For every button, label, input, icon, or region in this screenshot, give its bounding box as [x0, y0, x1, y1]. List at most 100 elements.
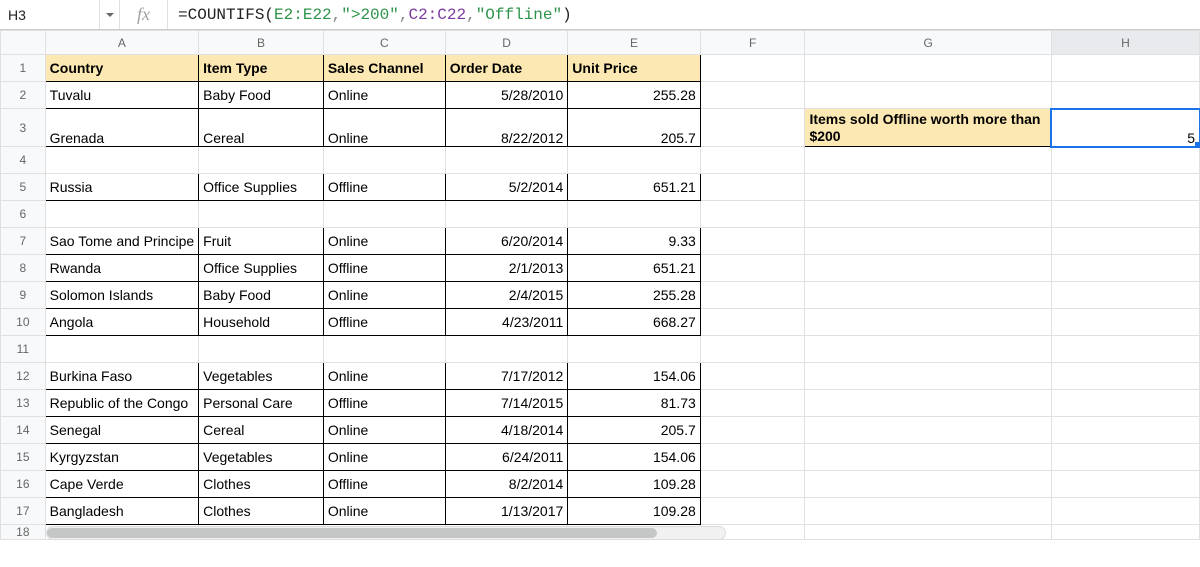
- active-cell[interactable]: 5: [1051, 109, 1199, 147]
- cell[interactable]: [1051, 498, 1199, 525]
- row-header[interactable]: 11: [1, 336, 46, 363]
- cell[interactable]: Online: [323, 417, 445, 444]
- row-header[interactable]: 7: [1, 228, 46, 255]
- cell[interactable]: 4/18/2014: [445, 417, 568, 444]
- cell[interactable]: Angola: [45, 309, 199, 336]
- cell[interactable]: Online: [323, 228, 445, 255]
- cell[interactable]: [805, 147, 1051, 174]
- cell[interactable]: [700, 228, 805, 255]
- cell[interactable]: Offline: [323, 309, 445, 336]
- cell[interactable]: Offline: [323, 471, 445, 498]
- cell[interactable]: Cereal: [199, 417, 324, 444]
- cell[interactable]: [45, 336, 199, 363]
- cell[interactable]: 255.28: [568, 282, 700, 309]
- cell[interactable]: [1051, 228, 1199, 255]
- cell[interactable]: [700, 417, 805, 444]
- cell[interactable]: Cape Verde: [45, 471, 199, 498]
- row-header[interactable]: 18: [1, 525, 46, 540]
- col-header-H[interactable]: H: [1051, 31, 1199, 55]
- cell[interactable]: [805, 336, 1051, 363]
- cell[interactable]: [700, 309, 805, 336]
- cell[interactable]: Online: [323, 363, 445, 390]
- cell[interactable]: 9.33: [568, 228, 700, 255]
- row-header[interactable]: 8: [1, 255, 46, 282]
- cell[interactable]: [199, 336, 324, 363]
- cell[interactable]: [700, 147, 805, 174]
- header-cell[interactable]: Country: [45, 55, 199, 82]
- cell[interactable]: [700, 255, 805, 282]
- cell[interactable]: [323, 201, 445, 228]
- col-header-A[interactable]: A: [45, 31, 199, 55]
- cell[interactable]: [1051, 309, 1199, 336]
- cell[interactable]: Grenada: [45, 109, 199, 147]
- cell[interactable]: [1051, 55, 1199, 82]
- col-header-B[interactable]: B: [199, 31, 324, 55]
- cell[interactable]: Vegetables: [199, 363, 324, 390]
- cell[interactable]: 6/24/2011: [445, 444, 568, 471]
- cell[interactable]: 154.06: [568, 444, 700, 471]
- cell[interactable]: [805, 282, 1051, 309]
- cell[interactable]: [1051, 444, 1199, 471]
- cell[interactable]: [1051, 363, 1199, 390]
- cell[interactable]: [1051, 147, 1199, 174]
- cell[interactable]: [805, 228, 1051, 255]
- cell[interactable]: Office Supplies: [199, 174, 324, 201]
- row-header[interactable]: 3: [1, 109, 46, 147]
- cell[interactable]: Sao Tome and Principe: [45, 228, 199, 255]
- cell[interactable]: Clothes: [199, 471, 324, 498]
- cell[interactable]: Online: [323, 498, 445, 525]
- cell[interactable]: Clothes: [199, 498, 324, 525]
- row-header[interactable]: 10: [1, 309, 46, 336]
- scrollbar-thumb[interactable]: [47, 528, 657, 538]
- cell[interactable]: [568, 336, 700, 363]
- row-header[interactable]: 4: [1, 147, 46, 174]
- row-header[interactable]: 12: [1, 363, 46, 390]
- cell[interactable]: Burkina Faso: [45, 363, 199, 390]
- horizontal-scrollbar[interactable]: [46, 526, 726, 540]
- cell[interactable]: [700, 282, 805, 309]
- cell[interactable]: [700, 201, 805, 228]
- row-header[interactable]: 2: [1, 82, 46, 109]
- cell[interactable]: 154.06: [568, 363, 700, 390]
- cell[interactable]: [805, 55, 1051, 82]
- cell[interactable]: 2/4/2015: [445, 282, 568, 309]
- cell[interactable]: [700, 55, 805, 82]
- cell[interactable]: Solomon Islands: [45, 282, 199, 309]
- name-box-dropdown-icon[interactable]: [100, 0, 120, 29]
- cell[interactable]: 8/22/2012: [445, 109, 568, 147]
- cell[interactable]: [1051, 174, 1199, 201]
- cell[interactable]: [805, 417, 1051, 444]
- cell[interactable]: 7/14/2015: [445, 390, 568, 417]
- cell[interactable]: [700, 174, 805, 201]
- row-header[interactable]: 6: [1, 201, 46, 228]
- header-cell[interactable]: Order Date: [445, 55, 568, 82]
- col-header-F[interactable]: F: [700, 31, 805, 55]
- cell[interactable]: [568, 201, 700, 228]
- cell[interactable]: 1/13/2017: [445, 498, 568, 525]
- row-header[interactable]: 9: [1, 282, 46, 309]
- cell[interactable]: 651.21: [568, 255, 700, 282]
- cell[interactable]: [1051, 82, 1199, 109]
- cell[interactable]: [1051, 525, 1199, 540]
- cell[interactable]: [1051, 201, 1199, 228]
- cell[interactable]: [1051, 282, 1199, 309]
- cell[interactable]: [805, 525, 1051, 540]
- cell[interactable]: [805, 390, 1051, 417]
- cell[interactable]: 255.28: [568, 82, 700, 109]
- row-header[interactable]: 5: [1, 174, 46, 201]
- cell[interactable]: Online: [323, 109, 445, 147]
- cell[interactable]: Cereal: [199, 109, 324, 147]
- cell[interactable]: Baby Food: [199, 282, 324, 309]
- cell[interactable]: [700, 109, 805, 147]
- cell[interactable]: Household: [199, 309, 324, 336]
- row-header[interactable]: 17: [1, 498, 46, 525]
- cell[interactable]: [700, 498, 805, 525]
- cell[interactable]: Offline: [323, 255, 445, 282]
- cell[interactable]: 651.21: [568, 174, 700, 201]
- cell[interactable]: [805, 363, 1051, 390]
- header-cell[interactable]: Sales Channel: [323, 55, 445, 82]
- cell[interactable]: [1051, 336, 1199, 363]
- cell[interactable]: Offline: [323, 174, 445, 201]
- row-header[interactable]: 13: [1, 390, 46, 417]
- cell[interactable]: Fruit: [199, 228, 324, 255]
